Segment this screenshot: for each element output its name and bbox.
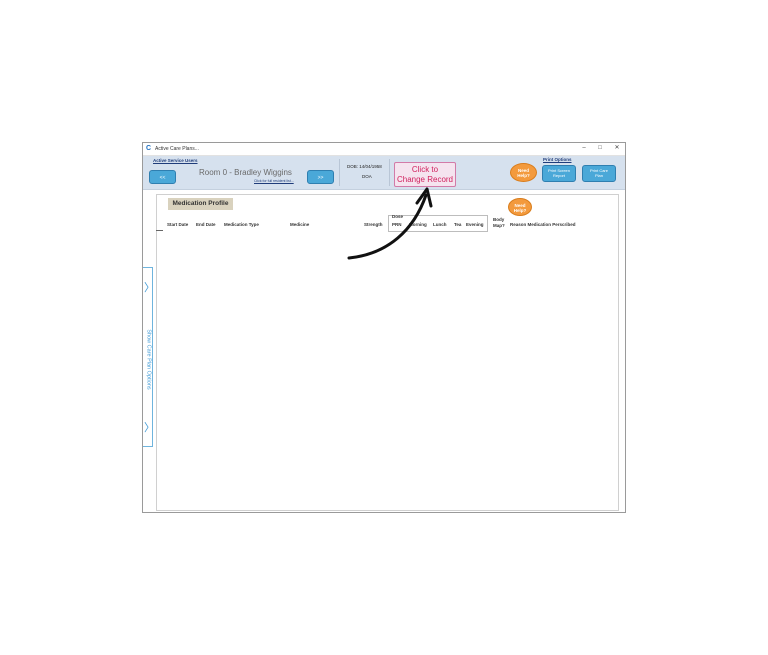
curved-arrow-icon — [347, 187, 433, 260]
